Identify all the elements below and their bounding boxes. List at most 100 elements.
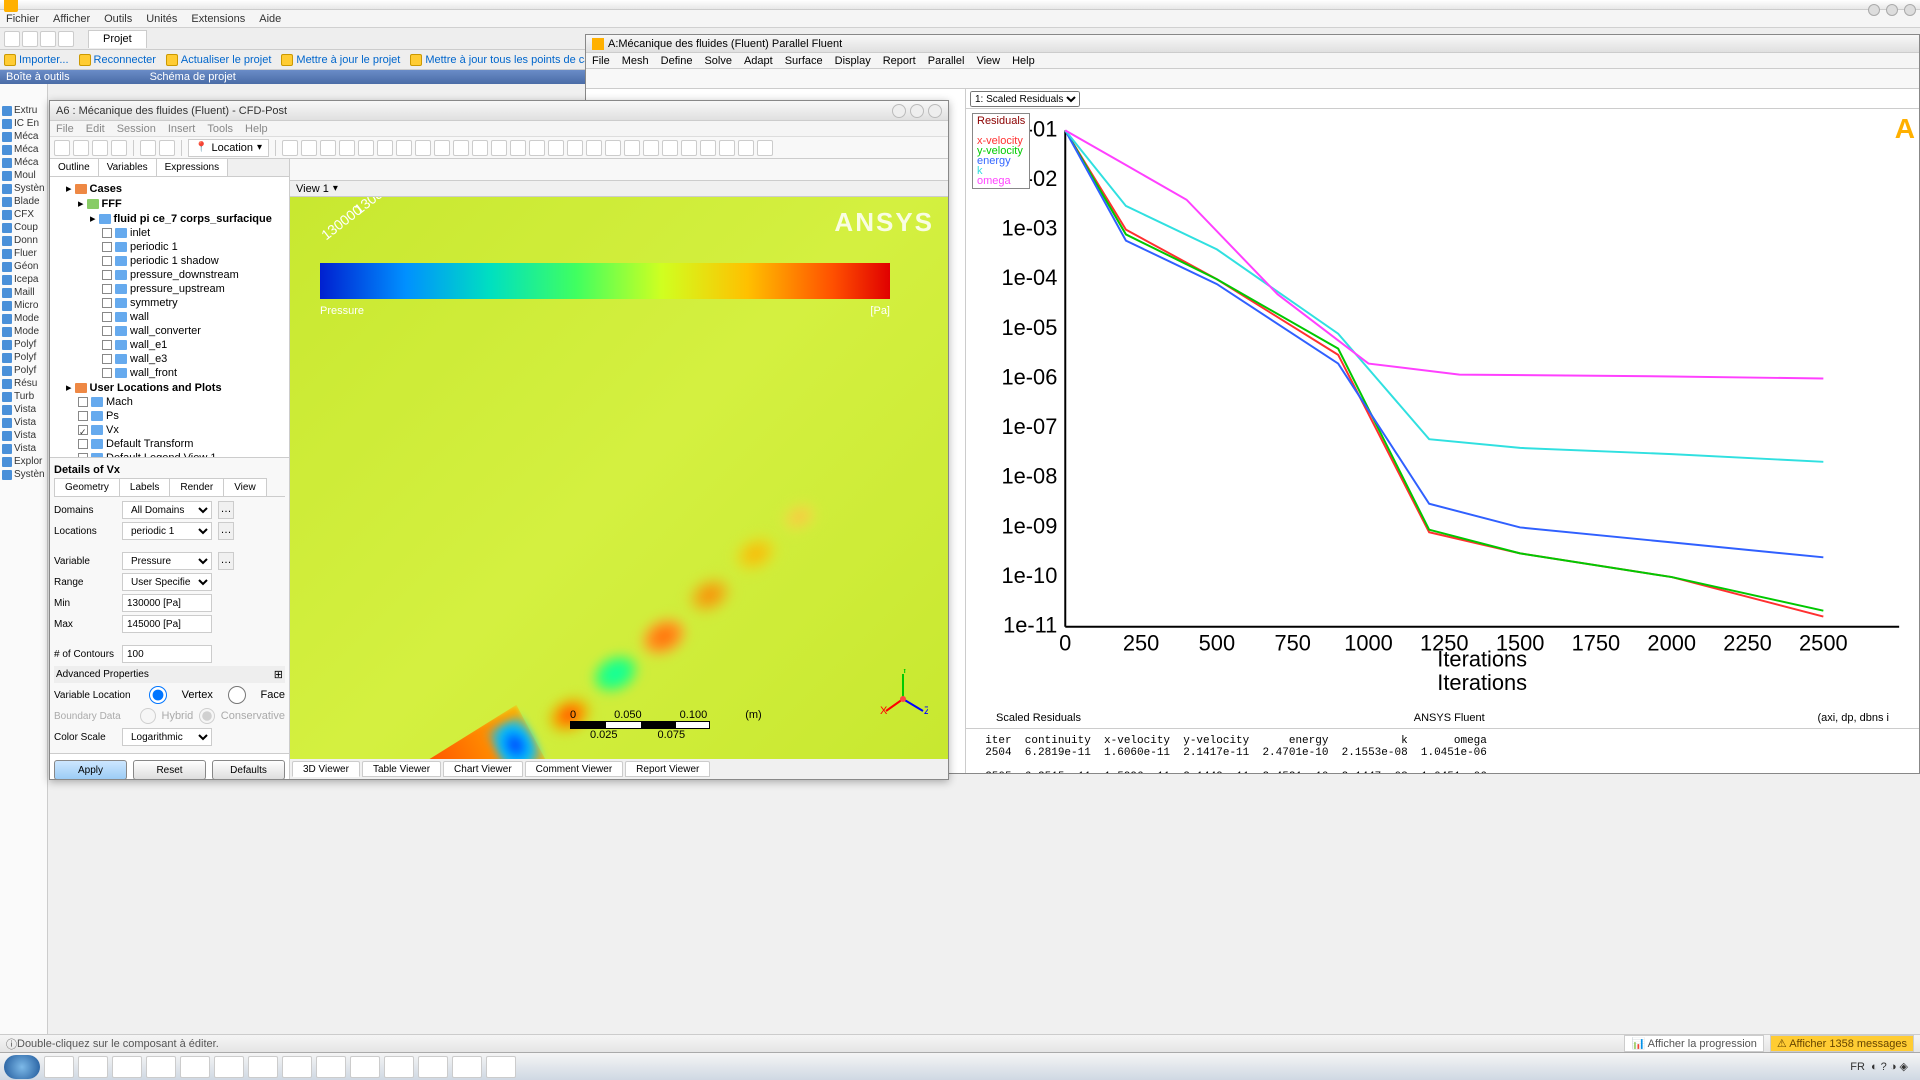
tool-icon[interactable] (415, 140, 431, 156)
undo-icon[interactable] (140, 140, 156, 156)
tool-icon[interactable] (643, 140, 659, 156)
tree-node[interactable]: Default Transform (54, 437, 285, 451)
tool-icon[interactable] (662, 140, 678, 156)
taskbar-app[interactable] (214, 1056, 244, 1078)
tool-icon[interactable] (605, 140, 621, 156)
apply-button[interactable]: Apply (54, 760, 127, 780)
tree-node[interactable]: ▸ FFF (54, 196, 285, 211)
updateall-link[interactable]: Mettre à jour tous les points de calcul (410, 54, 607, 66)
tree-node[interactable]: pressure_upstream (54, 282, 285, 296)
tool-icon[interactable] (491, 140, 507, 156)
reconnect-link[interactable]: Reconnecter (79, 54, 156, 66)
toolbox-item[interactable]: Polyf (0, 364, 47, 377)
toolbox-item[interactable]: CFX (0, 208, 47, 221)
toolbox-item[interactable]: Méca (0, 156, 47, 169)
taskbar-app[interactable] (146, 1056, 176, 1078)
tool-icon[interactable] (624, 140, 640, 156)
tree-node[interactable]: Mach (54, 395, 285, 409)
tree-node[interactable]: wall_front (54, 366, 285, 380)
toolbox-item[interactable]: Polyf (0, 338, 47, 351)
console-output[interactable]: iter continuity x-velocity y-velocity en… (966, 728, 1919, 773)
toolbox-item[interactable]: Mode (0, 325, 47, 338)
cfd-window-buttons[interactable] (892, 104, 942, 118)
ellipsis-button[interactable]: … (218, 552, 234, 570)
toolbox-item[interactable]: Turb (0, 390, 47, 403)
tool-icon[interactable] (586, 140, 602, 156)
domains-select[interactable]: All Domains (122, 501, 212, 519)
taskbar-app[interactable] (452, 1056, 482, 1078)
variable-select[interactable]: Pressure (122, 552, 212, 570)
open-icon[interactable] (22, 31, 38, 47)
viewer-tab[interactable]: Chart Viewer (443, 761, 523, 777)
toolbox-item[interactable]: Vista (0, 403, 47, 416)
details-tab[interactable]: Labels (119, 478, 170, 496)
toolbox-item[interactable]: IC En (0, 117, 47, 130)
tree-node[interactable]: symmetry (54, 296, 285, 310)
tab-expressions[interactable]: Expressions (157, 159, 228, 176)
range-select[interactable]: User Specified (122, 573, 212, 591)
tool-icon[interactable] (719, 140, 735, 156)
contours-input[interactable] (122, 645, 212, 663)
residuals-chart[interactable]: Residualscontinuityx-velocityy-velocitye… (966, 109, 1919, 708)
toolbox-item[interactable]: Blade (0, 195, 47, 208)
toolbox-item[interactable]: Méca (0, 130, 47, 143)
new-icon[interactable] (4, 31, 20, 47)
max-input[interactable] (122, 615, 212, 633)
menu-aide[interactable]: Aide (259, 13, 281, 25)
toolbox-item[interactable]: Explor (0, 455, 47, 468)
tree-node[interactable]: periodic 1 shadow (54, 254, 285, 268)
saveas-icon[interactable] (58, 31, 74, 47)
viewer-tab[interactable]: Report Viewer (625, 761, 710, 777)
toolbox-item[interactable]: Polyf (0, 351, 47, 364)
tree-node[interactable]: periodic 1 (54, 240, 285, 254)
tree-node[interactable]: wall_converter (54, 324, 285, 338)
tool-icon[interactable] (111, 140, 127, 156)
tab-variables[interactable]: Variables (99, 159, 157, 176)
tool-icon[interactable] (567, 140, 583, 156)
import-link[interactable]: Importer... (4, 54, 69, 66)
tree-node[interactable]: wall_e1 (54, 338, 285, 352)
tool-icon[interactable] (700, 140, 716, 156)
viewer-tab[interactable]: 3D Viewer (292, 761, 360, 777)
tree-node[interactable]: ▸ fluid pi ce_7 corps_surfacique (54, 211, 285, 226)
menu-fichier[interactable]: Fichier (6, 13, 39, 25)
details-tab[interactable]: Geometry (54, 478, 120, 496)
tree-node[interactable]: Ps (54, 409, 285, 423)
tree-node[interactable]: wall_e3 (54, 352, 285, 366)
colorscale-select[interactable]: Logarithmic (122, 728, 212, 746)
tree-node[interactable]: ▸ Cases (54, 181, 285, 196)
tool-icon[interactable] (529, 140, 545, 156)
tool-icon[interactable] (510, 140, 526, 156)
tree-node[interactable]: ▸ User Locations and Plots (54, 380, 285, 395)
tab-outline[interactable]: Outline (50, 159, 99, 176)
tool-icon[interactable] (548, 140, 564, 156)
toolbox-item[interactable]: Micro (0, 299, 47, 312)
messages-button[interactable]: ⚠ Afficher 1358 messages (1770, 1035, 1914, 1052)
tree-node[interactable]: wall (54, 310, 285, 324)
update-link[interactable]: Mettre à jour le projet (281, 54, 400, 66)
tool-icon[interactable] (92, 140, 108, 156)
toolbox-item[interactable]: Vista (0, 416, 47, 429)
details-tab[interactable]: Render (169, 478, 224, 496)
ellipsis-button[interactable]: … (218, 501, 234, 519)
viewer-tab[interactable]: Table Viewer (362, 761, 441, 777)
toolbox-item[interactable]: Géon (0, 260, 47, 273)
menu-outils[interactable]: Outils (104, 13, 132, 25)
viewer-tab[interactable]: Comment Viewer (525, 761, 624, 777)
defaults-button[interactable]: Defaults (212, 760, 285, 780)
taskbar-app[interactable] (282, 1056, 312, 1078)
redo-icon[interactable] (159, 140, 175, 156)
menu-unités[interactable]: Unités (146, 13, 177, 25)
toolbox-item[interactable]: Méca (0, 143, 47, 156)
toolbox-item[interactable]: Vista (0, 442, 47, 455)
tool-icon[interactable] (396, 140, 412, 156)
min-input[interactable] (122, 594, 212, 612)
ellipsis-button[interactable]: … (218, 522, 234, 540)
window-buttons[interactable] (1868, 4, 1916, 16)
refresh-link[interactable]: Actualiser le projet (166, 54, 272, 66)
toolbox-item[interactable]: Vista (0, 429, 47, 442)
taskbar-app[interactable] (248, 1056, 278, 1078)
details-tab[interactable]: View (223, 478, 267, 496)
start-button[interactable] (4, 1055, 40, 1079)
tree-node[interactable]: inlet (54, 226, 285, 240)
